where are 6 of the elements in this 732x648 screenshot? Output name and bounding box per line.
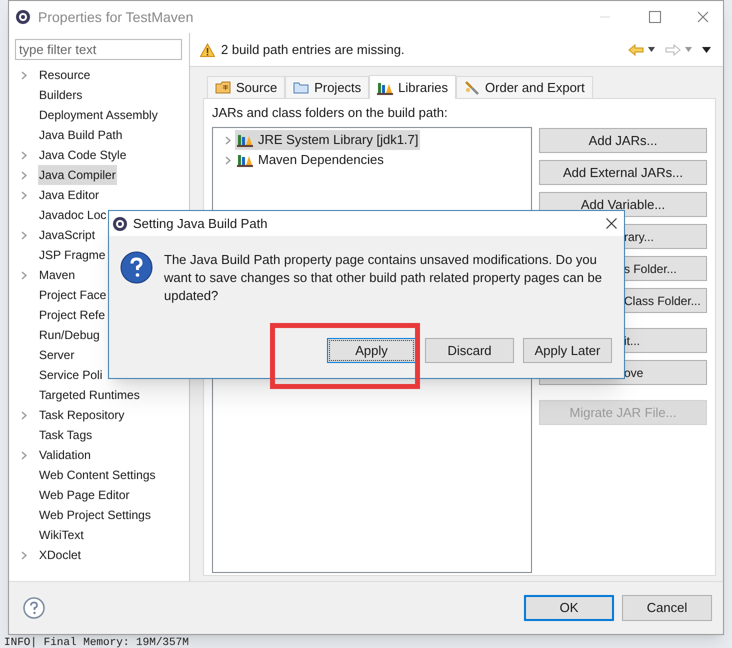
panel-caption: JARs and class folders on the build path: bbox=[212, 105, 449, 121]
status-message: 2 build path entries are missing. bbox=[221, 40, 405, 59]
console-line: INFO| Final Memory: 19M/357M bbox=[4, 637, 189, 648]
window-title: Properties for TestMaven bbox=[38, 8, 194, 27]
dialog-message: The Java Build Path property page contains unsaved modifications. Do you want to save changes so that other build path related property pages can be updated? bbox=[164, 251, 603, 305]
dialog-title: Setting Java Build Path bbox=[133, 214, 268, 233]
